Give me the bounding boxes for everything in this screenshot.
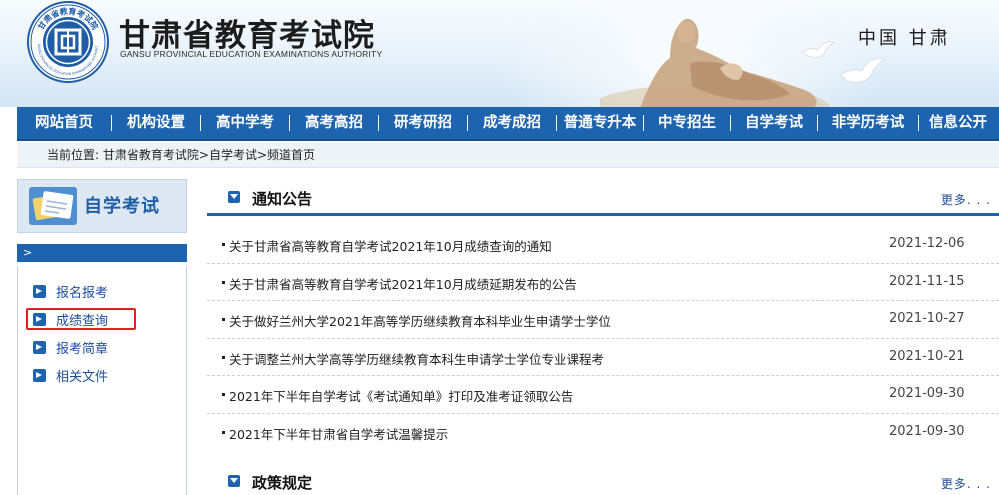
notice-date: 2021-10-27 [889, 311, 965, 326]
nav-item-adult-exam[interactable]: 成考成招 [468, 106, 556, 140]
section-title: 通知公告 [252, 190, 313, 208]
bullet [222, 393, 225, 396]
notice-title[interactable]: 关于调整兰州大学高等学历继续教育本科生申请学士学位专业课程考 [229, 349, 604, 368]
notice-list: 关于甘肃省高等教育自学考试2021年10月成绩查询的通知 2021-12-06 … [207, 226, 999, 451]
nav-item-secondary-vocational[interactable]: 中专招生 [644, 106, 730, 140]
sidebar-item-brochure[interactable]: 报考简章 [33, 337, 108, 357]
nav-item-graduate-exam[interactable]: 研考研招 [379, 106, 467, 140]
nav-item-gaokao[interactable]: 高考高招 [290, 106, 378, 140]
breadcrumb-separator: > [256, 148, 268, 162]
breadcrumb-separator: > [198, 148, 209, 162]
nav-item-organization[interactable]: 机构设置 [112, 106, 200, 140]
nav-item-self-study-exam[interactable]: 自学考试 [731, 106, 817, 140]
bullet [222, 280, 225, 284]
dove-icon [801, 41, 835, 58]
notice-title[interactable]: 2021年下半年自学考试《考试通知单》打印及准考证领取公告 [229, 386, 573, 405]
bullet [222, 355, 225, 359]
dove-icon [839, 58, 885, 83]
notice-date: 2021-11-15 [889, 273, 965, 289]
list-item[interactable]: 关于做好兰州大学2021年高等学历继续教育本科毕业生申请学士学位 2021-10… [207, 301, 999, 339]
nav-item-high-school-exam[interactable]: 高中学考 [201, 106, 289, 140]
more-link[interactable]: 更多. . . [941, 475, 991, 492]
section-chevron-icon [228, 191, 240, 203]
list-item[interactable]: 关于调整兰州大学高等学历继续教育本科生申请学士学位专业课程考 2021-10-2… [207, 339, 999, 376]
arrow-right-icon [33, 340, 46, 354]
breadcrumb: 当前位置: 甘肃省教育考试院>自学考试>频道首页 [17, 143, 999, 168]
list-item[interactable]: 关于甘肃省高等教育自学考试2021年10月成绩查询的通知 2021-12-06 [207, 226, 999, 264]
nav-separator [817, 115, 818, 131]
sidebar-bar: > [17, 244, 187, 262]
nav-separator [289, 115, 290, 131]
notice-title[interactable]: 2021年下半年甘肃省自学考试温馨提示 [229, 424, 448, 443]
list-item[interactable]: 2021年下半年自学考试《考试通知单》打印及准考证领取公告 2021-09-30 [207, 376, 999, 414]
nav-separator [200, 115, 201, 131]
bullet [222, 243, 225, 246]
section-header-notices: 通知公告 更多. . . [207, 181, 999, 216]
more-link[interactable]: 更多. . . [941, 191, 991, 208]
notice-date: 2021-12-06 [889, 236, 965, 251]
nav-item-info-disclosure[interactable]: 信息公开 [919, 106, 997, 140]
nav-item-upgrade[interactable]: 普通专升本 [557, 106, 643, 140]
slogan: 中国 甘肃 [858, 28, 951, 49]
breadcrumb-link-self-study[interactable]: 自学考试 [209, 148, 257, 162]
notice-date: 2021-09-30 [889, 386, 965, 401]
list-item[interactable]: 2021年下半年甘肃省自学考试温馨提示 2021-09-30 [207, 414, 999, 452]
nav-item-non-degree-exam[interactable]: 非学历考试 [818, 106, 918, 140]
sidebar-item-label: 报名报考 [56, 285, 109, 301]
sidebar-title: 自学考试 [84, 196, 160, 217]
notice-date: 2021-10-21 [889, 348, 965, 364]
notice-title[interactable]: 关于做好兰州大学2021年高等学历继续教育本科毕业生申请学士学位 [229, 311, 611, 330]
sidebar-item-documents[interactable]: 相关文件 [33, 365, 108, 385]
notice-title[interactable]: 关于甘肃省高等教育自学考试2021年10月成绩查询的通知 [229, 236, 552, 255]
arrow-right-icon [33, 368, 46, 382]
nav-separator [378, 115, 379, 131]
list-item[interactable]: 关于甘肃省高等教育自学考试2021年10月成绩延期发布的公告 2021-11-1… [207, 264, 999, 301]
notice-date: 2021-09-30 [889, 423, 965, 439]
sidebar-item-registration[interactable]: 报名报考 [33, 281, 108, 301]
section-chevron-icon [228, 475, 240, 487]
nav-separator [467, 115, 468, 131]
bullet [222, 430, 225, 434]
sidebar-item-label: 相关文件 [56, 369, 109, 385]
breadcrumb-prefix: 当前位置: [47, 148, 103, 162]
site-header: 甘肃省教育考试院 GANSU PROVINCIAL EDUCATION EXAM… [0, 0, 999, 107]
nav-separator [643, 115, 644, 131]
section-title: 政策规定 [252, 474, 313, 492]
section-header-policies: 政策规定 更多. . . [207, 465, 999, 495]
breadcrumb-current[interactable]: 频道首页 [267, 148, 315, 162]
sidebar-menu: 报名报考 成绩查询 报考简章 相关文件 [17, 266, 187, 495]
nav-separator [111, 115, 112, 131]
sidebar-exam-icon [29, 187, 77, 225]
sidebar-header: 自学考试 [17, 179, 187, 233]
site-subtitle-en: GANSU PROVINCIAL EDUCATION EXAMINATIONS … [120, 49, 383, 59]
sidebar-item-label: 报考简章 [56, 341, 109, 357]
nav-separator [918, 115, 919, 131]
nav-separator [730, 115, 731, 131]
main-nav: 网站首页 机构设置 高中学考 高考高招 研考研招 成考成招 普通专升本 中专招生… [17, 107, 999, 141]
breadcrumb-link-home[interactable]: 甘肃省教育考试院 [103, 148, 199, 162]
bullet [222, 318, 225, 321]
arrow-right-icon [33, 284, 46, 298]
highlight-box [26, 308, 136, 330]
notice-title[interactable]: 关于甘肃省高等教育自学考试2021年10月成绩延期发布的公告 [229, 274, 577, 293]
emblem-logo[interactable]: 甘肃省教育考试院 GANSU PROVINCIAL EDUCATION EXAM… [27, 1, 109, 83]
nav-separator [556, 115, 557, 131]
nav-item-home[interactable]: 网站首页 [17, 106, 111, 140]
